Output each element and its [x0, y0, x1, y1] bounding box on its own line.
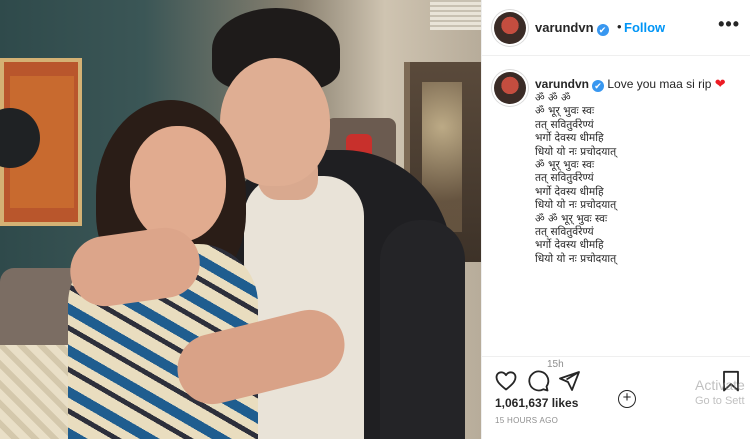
caption-text: Love you maa si rip [607, 77, 712, 91]
action-bar: 1,061,637 likes 15 HOURS AGO [482, 356, 750, 439]
username-link[interactable]: varundvn ✔ [535, 20, 609, 36]
caption-avatar[interactable] [494, 72, 526, 104]
comment-icon[interactable] [526, 369, 550, 393]
follow-button[interactable]: Follow [624, 20, 665, 35]
share-icon[interactable] [557, 369, 581, 393]
post-photo[interactable] [0, 0, 481, 439]
separator-dot: • [617, 19, 622, 34]
more-options-icon[interactable]: ••• [718, 14, 740, 35]
caption-username[interactable]: varundvn ✔ [535, 77, 605, 92]
wall-painting [0, 58, 82, 226]
caption-first-line: varundvn ✔ Love you maa si rip ❤ [535, 76, 726, 92]
caption-mantra: ॐ ॐ ॐ ॐ भूर् भुवः स्वः तत् सवितुर्वरेण्य… [535, 92, 617, 265]
post-header: varundvn ✔ • Follow ••• [482, 0, 750, 56]
likes-count[interactable]: 1,061,637 likes [495, 396, 578, 410]
heart-icon[interactable] [494, 369, 518, 393]
woman-face [130, 126, 226, 242]
man-shirt [244, 176, 364, 439]
caption-username-text: varundvn [535, 77, 590, 91]
avatar[interactable] [494, 12, 526, 44]
verified-badge-icon: ✔ [596, 24, 609, 36]
post-timestamp[interactable]: 15 HOURS AGO [495, 416, 558, 425]
red-heart-emoji-icon: ❤ [714, 76, 726, 91]
air-conditioner [430, 0, 481, 30]
verified-badge-icon: ✔ [592, 80, 605, 92]
man-sleeve [380, 220, 465, 439]
username-text: varundvn [535, 20, 594, 35]
bookmark-icon[interactable] [719, 369, 743, 393]
post-panel: varundvn ✔ • Follow ••• varundvn ✔ Love yo… [481, 0, 750, 439]
